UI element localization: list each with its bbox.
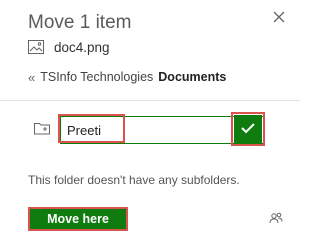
file-row: doc4.png	[28, 39, 110, 55]
people-icon[interactable]	[269, 211, 283, 229]
divider	[0, 100, 300, 101]
checkmark-icon	[234, 123, 262, 144]
folder-name-input[interactable]	[61, 119, 127, 141]
new-folder-icon	[34, 122, 50, 140]
breadcrumb-parent[interactable]: TSInfo Technologies	[40, 70, 153, 84]
move-here-button[interactable]: Move here	[28, 207, 128, 231]
empty-folder-message: This folder doesn't have any subfolders.	[28, 173, 240, 187]
close-icon[interactable]	[271, 9, 287, 25]
file-name: doc4.png	[54, 39, 110, 55]
breadcrumb: « TSInfo Technologies Documents	[28, 69, 226, 85]
image-file-icon	[28, 40, 44, 54]
dialog-title: Move 1 item	[28, 12, 132, 33]
confirm-button[interactable]	[234, 115, 262, 143]
breadcrumb-current: Documents	[158, 70, 227, 84]
breadcrumb-back-icon[interactable]: «	[28, 70, 35, 85]
